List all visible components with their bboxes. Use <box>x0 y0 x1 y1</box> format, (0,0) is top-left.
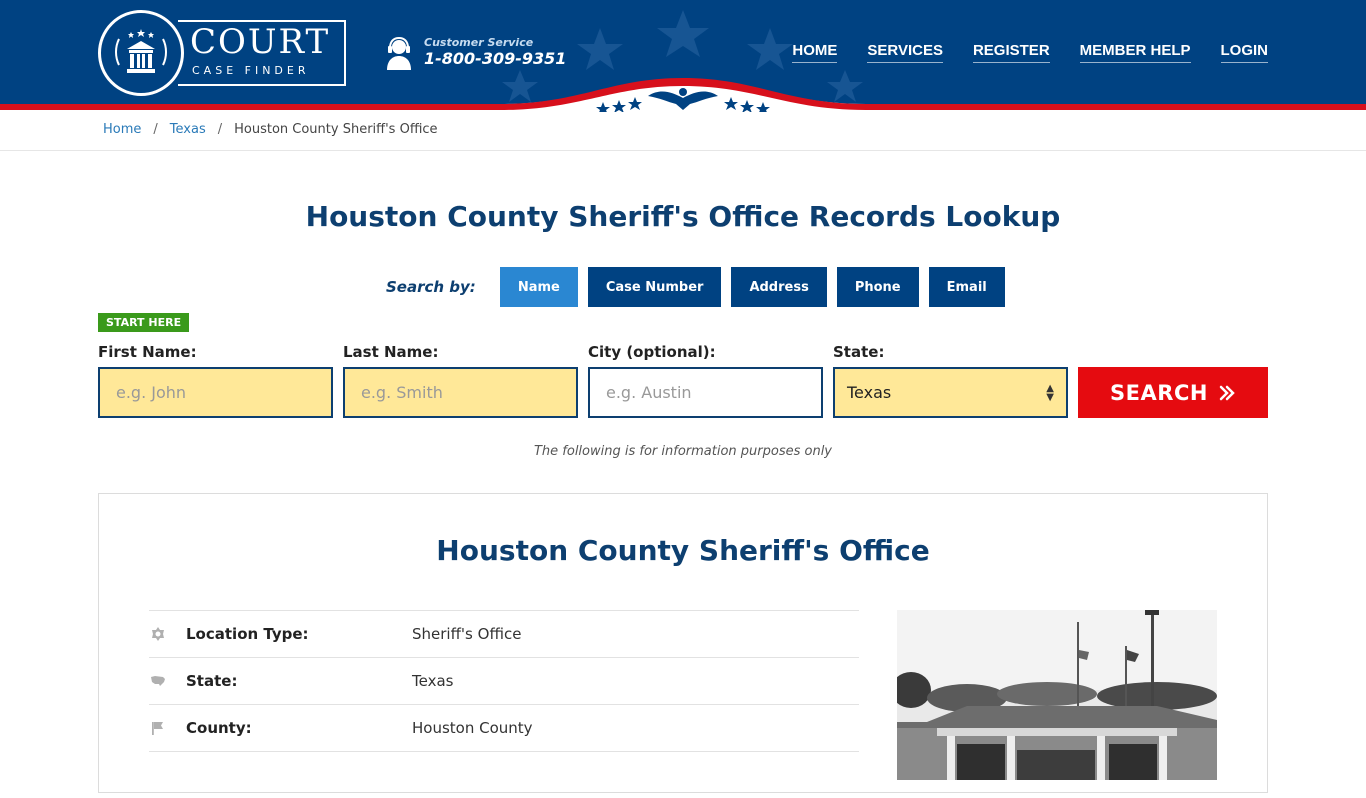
badge-icon <box>152 627 164 641</box>
site-logo[interactable]: COURT CASE FINDER <box>98 10 348 96</box>
detail-value: Houston County <box>412 719 533 737</box>
info-note: The following is for information purpose… <box>533 444 833 459</box>
office-details-card: Houston County Sheriff's Office Location… <box>98 493 1268 793</box>
detail-row-divider <box>149 751 859 798</box>
customer-service-label: Customer Service <box>424 36 534 49</box>
breadcrumb-current: Houston County Sheriff's Office <box>234 122 438 137</box>
office-photo <box>897 610 1217 780</box>
detail-value: Texas <box>412 672 454 690</box>
page-title: Houston County Sheriff's Office Records … <box>305 200 1061 233</box>
nav-member-help[interactable]: MEMBER HELP <box>1079 42 1191 63</box>
state-label: State: <box>833 343 885 361</box>
site-header: COURT CASE FINDER Customer Service 1-800… <box>0 0 1366 112</box>
nav-services[interactable]: SERVICES <box>867 42 943 63</box>
breadcrumb-state[interactable]: Texas <box>170 122 206 137</box>
search-by-label: Search by: <box>386 278 476 296</box>
detail-key: County: <box>186 719 252 737</box>
state-select-value: Texas <box>847 383 892 402</box>
nav-login[interactable]: LOGIN <box>1220 42 1268 63</box>
main-nav: HOME SERVICES REGISTER MEMBER HELP LOGIN <box>792 42 1268 63</box>
select-arrows-icon: ▲ ▼ <box>1046 382 1054 403</box>
flag-icon <box>152 722 163 735</box>
breadcrumb-separator: / <box>217 122 223 137</box>
nav-home[interactable]: HOME <box>792 42 838 63</box>
state-select[interactable]: Texas ▲ ▼ <box>833 367 1068 418</box>
last-name-label: Last Name: <box>343 343 439 361</box>
tab-name[interactable]: Name <box>499 267 578 307</box>
city-input[interactable]: e.g. Austin <box>588 367 823 418</box>
customer-service-phone[interactable]: 1-800-309-9351 <box>424 49 566 68</box>
first-name-input[interactable]: e.g. John <box>98 367 333 418</box>
start-here-badge: START HERE <box>98 313 190 332</box>
double-chevron-right-icon <box>1219 385 1235 400</box>
breadcrumb-home[interactable]: Home <box>103 122 141 137</box>
tab-address[interactable]: Address <box>731 267 827 307</box>
breadcrumb-divider <box>0 150 1366 151</box>
courthouse-seal-icon <box>98 10 184 96</box>
first-name-label: First Name: <box>98 343 197 361</box>
search-button[interactable]: SEARCH <box>1078 367 1268 418</box>
last-name-input[interactable]: e.g. Smith <box>343 367 578 418</box>
nav-register[interactable]: REGISTER <box>972 42 1050 63</box>
tab-case-number[interactable]: Case Number <box>587 267 722 307</box>
search-button-label: SEARCH <box>1110 380 1208 405</box>
detail-row: County: Houston County <box>149 704 859 751</box>
city-label: City (optional): <box>588 343 716 361</box>
breadcrumb: Home / Texas / Houston County Sheriff's … <box>103 122 438 137</box>
details-list: Location Type: Sheriff's Office State: T… <box>149 610 859 798</box>
logo-subtitle: CASE FINDER <box>192 64 310 77</box>
headset-icon <box>387 36 411 70</box>
search-by-bar: Search by: Name Case Number Address Phon… <box>386 267 1015 307</box>
detail-row: State: Texas <box>149 657 859 704</box>
detail-row: Location Type: Sheriff's Office <box>149 610 859 657</box>
breadcrumb-separator: / <box>153 122 158 137</box>
tab-phone[interactable]: Phone <box>836 267 919 307</box>
logo-title: COURT <box>190 22 331 62</box>
detail-value: Sheriff's Office <box>412 625 522 643</box>
detail-key: State: <box>186 672 238 690</box>
tab-email[interactable]: Email <box>928 267 1005 307</box>
detail-key: Location Type: <box>186 625 309 643</box>
us-map-icon <box>151 676 165 686</box>
card-title: Houston County Sheriff's Office <box>436 534 930 567</box>
